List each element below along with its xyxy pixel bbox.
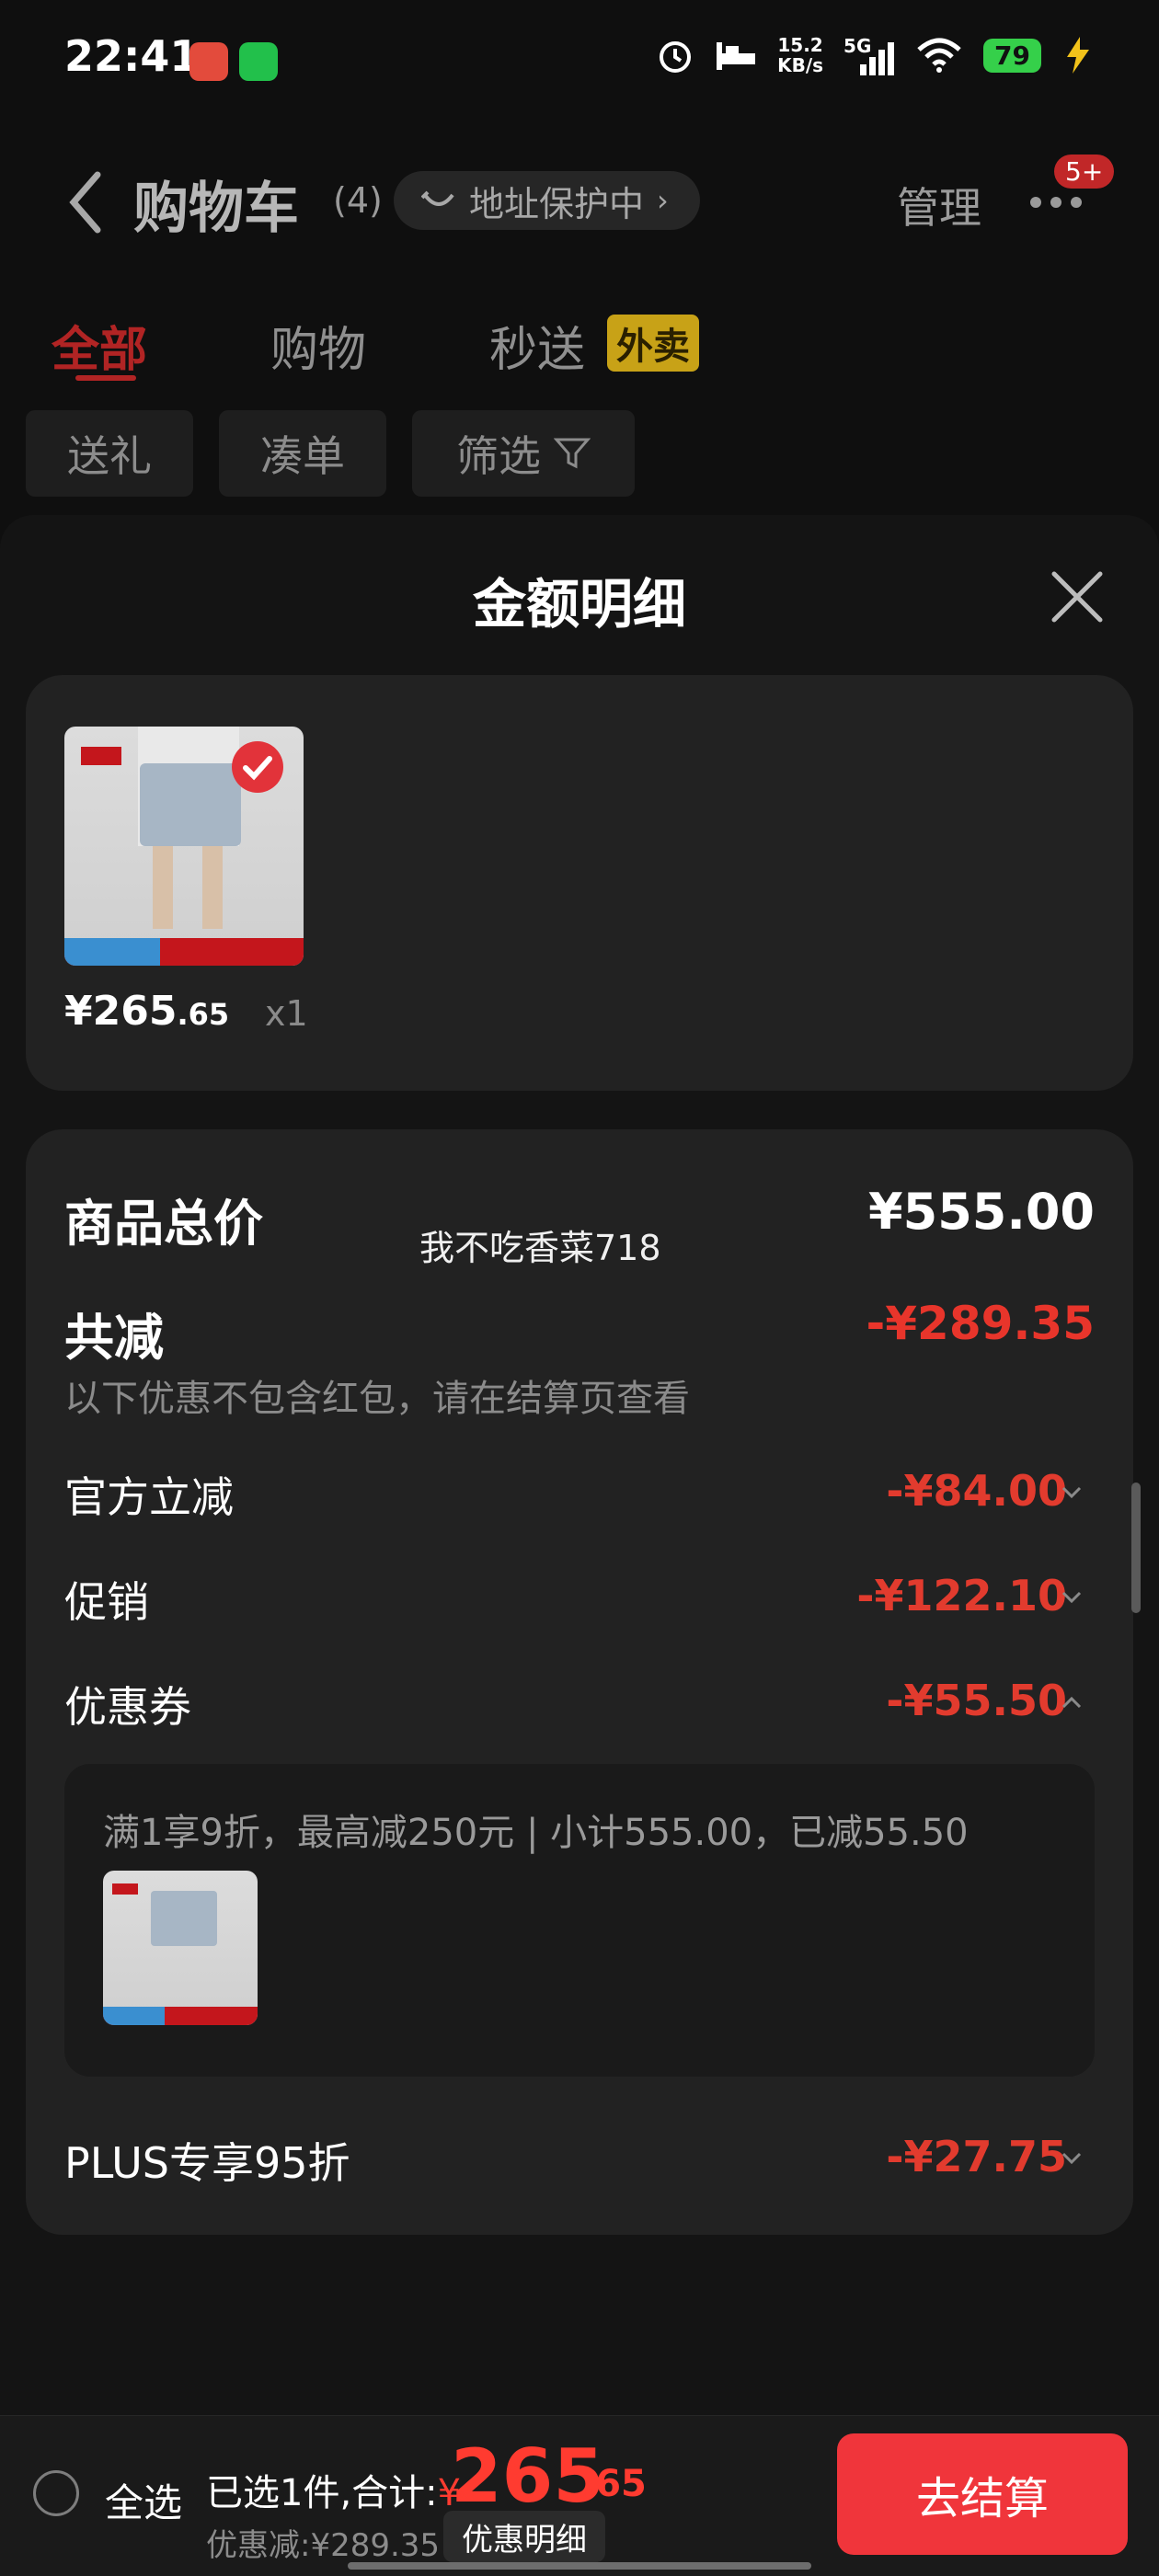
chevron-down-icon[interactable]: [1058, 2145, 1085, 2172]
alarm-icon: [660, 41, 692, 73]
network-type: 5G: [843, 35, 872, 57]
checkout-button[interactable]: 去结算: [837, 2433, 1128, 2555]
brand-logo-icon: [81, 747, 121, 765]
tab-express[interactable]: 秒送: [489, 311, 585, 380]
scrollbar[interactable]: [1131, 1483, 1141, 1613]
promotion-value[interactable]: -¥122.10: [856, 1571, 1067, 1620]
mall-app-icon: [189, 42, 228, 81]
tab-shopping[interactable]: 购物: [270, 311, 366, 380]
chevron-up-icon[interactable]: [1058, 1689, 1085, 1716]
brand-logo-icon: [112, 1883, 138, 1895]
status-time: 22:41: [64, 31, 200, 81]
filter-label: 筛选: [456, 431, 541, 481]
charging-icon: [1067, 37, 1089, 74]
address-protection-label: 地址保护中: [469, 183, 645, 224]
coupon-detail-text: 满1享9折，最高减250元 | 小计555.00，已减55.50: [103, 1812, 969, 1854]
shorts-graphic: [151, 1891, 217, 1946]
coupon-label: 优惠券: [64, 1682, 191, 1732]
official-discount-label: 官方立减: [64, 1472, 234, 1522]
coupon-product-image[interactable]: [103, 1871, 258, 2025]
wifi-icon: [917, 38, 961, 73]
product-price-int: ¥265: [64, 988, 178, 1035]
back-icon[interactable]: [64, 167, 112, 237]
sleep-icon: [717, 42, 756, 70]
plus-discount-label: PLUS专享95折: [64, 2138, 350, 2188]
select-all-radio[interactable]: [33, 2470, 79, 2516]
home-indicator[interactable]: [348, 2562, 811, 2570]
status-right-group: 15.2 KB/s 5G 79: [656, 35, 1095, 75]
status-bar: 22:41 15.2 KB/s 5G 79: [0, 0, 1159, 129]
total-price-value: ¥555.00: [868, 1183, 1095, 1241]
promo-strip-blue: [64, 938, 160, 966]
wechat-icon: [239, 42, 278, 81]
smile-icon: [421, 190, 454, 206]
leg-right: [202, 846, 223, 929]
promo-strip-blue: [103, 2007, 166, 2025]
net-speed-value: 15.2: [777, 34, 823, 56]
tab-all[interactable]: 全部: [52, 311, 147, 380]
filter-bundle[interactable]: 凑单: [219, 410, 386, 497]
chevron-down-icon[interactable]: [1058, 1584, 1085, 1611]
official-discount-value[interactable]: -¥84.00: [886, 1466, 1067, 1516]
takeout-tag: 外卖: [607, 315, 699, 372]
coupon-value[interactable]: -¥55.50: [886, 1676, 1067, 1725]
selected-text: 已选1件,合计:: [206, 2472, 438, 2514]
promotion-label: 促销: [64, 1577, 149, 1627]
filter-gift[interactable]: 送礼: [26, 410, 193, 497]
reduce-note: 以下优惠不包含红包，请在结算页查看: [64, 1378, 690, 1420]
chevron-down-icon[interactable]: [1058, 1479, 1085, 1506]
page-title: 购物车: [133, 177, 299, 241]
battery-icon: 79: [983, 38, 1041, 73]
signal-icon: 5G: [843, 35, 895, 75]
close-icon[interactable]: [1049, 568, 1106, 625]
product-quantity: x1: [265, 993, 308, 1034]
cart-count: (4): [333, 180, 383, 221]
user-watermark: 我不吃香菜718: [419, 1228, 661, 1268]
net-speed-unit: KB/s: [777, 54, 824, 76]
product-price-dec: .65: [177, 997, 230, 1032]
notification-badge: 5+: [1054, 155, 1115, 189]
manage-button[interactable]: 管理: [897, 175, 981, 235]
select-all-label[interactable]: 全选: [105, 2472, 182, 2528]
total-amount-decimal: .65: [581, 2463, 647, 2505]
filter-button[interactable]: 筛选: [412, 410, 635, 497]
shorts-graphic: [140, 763, 241, 846]
discount-amount: 优惠减:¥289.35: [206, 2527, 441, 2564]
total-reduce-label: 共减: [64, 1309, 164, 1367]
selected-check-icon: [232, 741, 283, 793]
total-price-label: 商品总价: [64, 1195, 263, 1253]
sheet-title: 金额明细: [472, 573, 686, 635]
funnel-icon: [554, 438, 591, 469]
selected-summary: 已选1件,合计:¥: [206, 2463, 461, 2516]
plus-discount-value[interactable]: -¥27.75: [886, 2132, 1067, 2181]
more-icon[interactable]: [1030, 197, 1082, 208]
discount-detail-button[interactable]: 优惠明细: [443, 2511, 605, 2562]
leg-left: [153, 846, 173, 929]
net-speed: 15.2 KB/s: [777, 35, 823, 75]
total-reduce-value: -¥289.35: [866, 1297, 1096, 1350]
tab-active-indicator: [75, 375, 136, 381]
chevron-right-icon: ›: [657, 183, 669, 218]
address-protection-pill[interactable]: 地址保护中 ›: [394, 171, 700, 230]
product-price: ¥265.65: [64, 988, 229, 1035]
